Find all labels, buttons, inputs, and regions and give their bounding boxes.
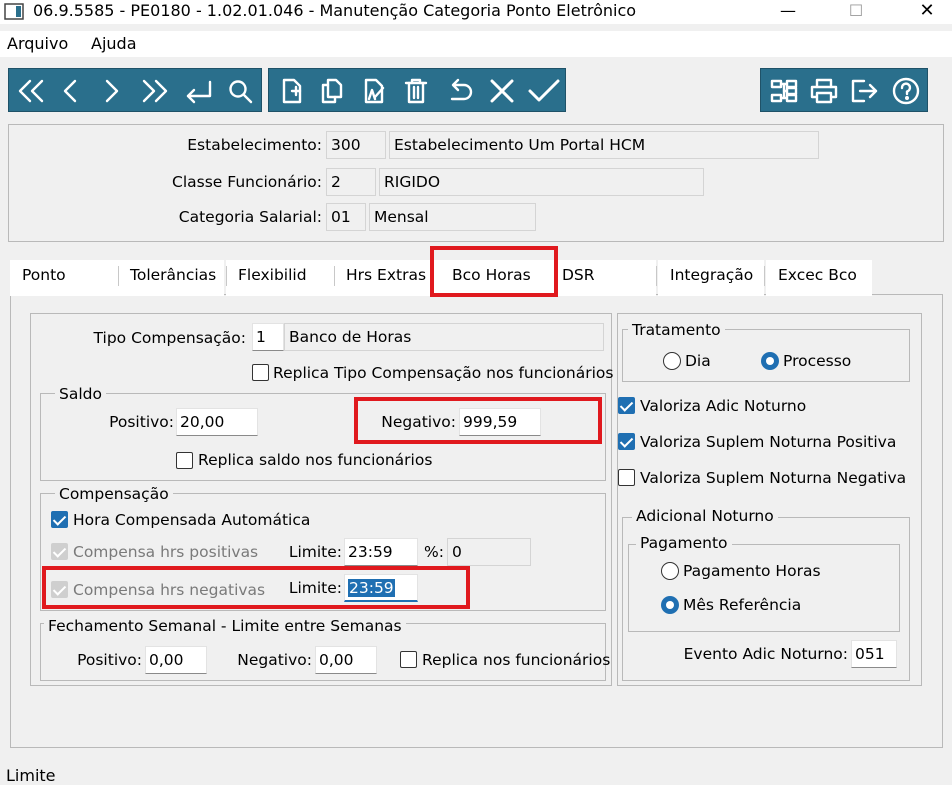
next-icon[interactable] — [97, 69, 127, 113]
fechamento-positivo-input[interactable]: 0,00 — [145, 646, 207, 674]
pagamento-title: Pagamento — [636, 533, 732, 553]
estabelecimento-label: Estabelecimento: — [187, 136, 322, 154]
previous-icon[interactable] — [55, 69, 85, 113]
tratamento-dia-label: Dia — [685, 352, 711, 370]
fechamento-negativo-input[interactable]: 0,00 — [315, 646, 377, 674]
estabelecimento-name: Estabelecimento Um Portal HCM — [389, 131, 819, 159]
saldo-title: Saldo — [55, 384, 106, 404]
tab-tolerancias[interactable]: Tolerâncias — [118, 260, 224, 296]
valoriza-suplem-positiva-checkbox[interactable] — [618, 433, 635, 450]
replica-saldo-checkbox[interactable] — [176, 452, 193, 469]
exit-icon[interactable] — [845, 69, 883, 113]
confirm-icon[interactable] — [525, 69, 563, 113]
replica-tipo-checkbox[interactable] — [252, 364, 269, 381]
delete-icon[interactable] — [399, 69, 433, 113]
menu-arquivo[interactable]: Arquivo — [7, 33, 68, 55]
pagamento-horas-radio[interactable] — [661, 562, 679, 580]
first-icon[interactable] — [13, 69, 49, 113]
minimize-button[interactable]: — — [765, 0, 811, 22]
replica-fechamento-label: Replica nos funcionários — [422, 651, 611, 669]
undo-icon[interactable] — [443, 69, 477, 113]
tipo-compensacao-name: Banco de Horas — [284, 323, 604, 351]
copy-icon[interactable] — [315, 69, 349, 113]
tratamento-processo-radio[interactable] — [761, 352, 779, 370]
goto-icon[interactable] — [179, 69, 219, 113]
tab-integracao[interactable]: Integração — [658, 260, 764, 296]
estabelecimento-code[interactable]: 300 — [326, 131, 386, 159]
fechamento-positivo-label: Positivo: — [77, 651, 142, 669]
valoriza-adic-noturno-label: Valoriza Adic Noturno — [640, 397, 807, 415]
tab-separator — [656, 266, 657, 286]
saldo-positivo-label: Positivo: — [109, 413, 174, 431]
mes-referencia-label: Mês Referência — [683, 596, 802, 614]
window-title: 06.9.5585 - PE0180 - 1.02.01.046 - Manut… — [33, 1, 637, 20]
app-icon — [4, 3, 24, 20]
categoria-code[interactable]: 01 — [326, 203, 366, 231]
tab-flexibilid[interactable]: Flexibilid — [226, 260, 334, 296]
print-icon[interactable] — [805, 69, 843, 113]
tratamento-dia-radio[interactable] — [663, 352, 681, 370]
pct-label: %: — [424, 543, 444, 561]
replica-tipo-label: Replica Tipo Compensação nos funcionário… — [273, 364, 614, 382]
classe-label: Classe Funcionário: — [172, 173, 322, 191]
fechamento-title: Fechamento Semanal - Limite entre Semana… — [44, 616, 406, 636]
categoria-label: Categoria Salarial: — [178, 208, 322, 226]
tipo-compensacao-label: Tipo Compensação: — [93, 329, 246, 347]
status-bar — [0, 759, 952, 781]
new-icon[interactable] — [275, 69, 309, 113]
pct-field: 0 — [447, 538, 531, 566]
evento-adic-noturno-input[interactable]: 051 — [851, 640, 897, 668]
tab-separator — [764, 266, 765, 286]
hora-auto-label: Hora Compensada Automática — [73, 511, 311, 529]
toolbar-utilities — [760, 68, 928, 112]
valoriza-suplem-positiva-label: Valoriza Suplem Noturna Positiva — [640, 433, 897, 451]
help-icon[interactable] — [887, 69, 925, 113]
classe-code[interactable]: 2 — [326, 168, 376, 196]
tab-hrs-extras[interactable]: Hrs Extras — [334, 260, 440, 296]
highlight-bco-horas-tab — [430, 246, 558, 297]
tab-separator — [118, 266, 119, 286]
menu-bar — [0, 31, 952, 57]
tab-separator — [226, 266, 227, 286]
tab-dsr[interactable]: DSR — [552, 260, 656, 296]
categoria-name: Mensal — [369, 203, 536, 231]
tratamento-title: Tratamento — [628, 320, 725, 340]
hora-auto-checkbox[interactable] — [51, 511, 68, 528]
adicional-noturno-title: Adicional Noturno — [632, 506, 778, 526]
saldo-positivo-input[interactable]: 20,00 — [176, 408, 258, 436]
zoom-icon[interactable] — [765, 69, 803, 113]
pagamento-horas-label: Pagamento Horas — [683, 562, 821, 580]
tipo-compensacao-code[interactable]: 1 — [252, 323, 284, 351]
replica-fechamento-checkbox[interactable] — [400, 651, 417, 668]
tab-separator — [334, 266, 335, 286]
close-button[interactable]: ✕ — [904, 0, 950, 22]
highlight-compensa-negativas — [42, 566, 470, 609]
tab-excec-bco[interactable]: Excec Bco — [766, 260, 872, 296]
mes-referencia-radio[interactable] — [661, 596, 679, 614]
evento-adic-noturno-label: Evento Adic Noturno: — [683, 645, 848, 663]
limite-positivas-input[interactable]: 23:59 — [344, 538, 418, 566]
toolbar-edit — [268, 68, 566, 112]
compensacao-title: Compensação — [55, 484, 173, 504]
tab-ponto[interactable]: Ponto — [10, 260, 118, 296]
valoriza-suplem-negativa-label: Valoriza Suplem Noturna Negativa — [640, 469, 907, 487]
replica-saldo-label: Replica saldo nos funcionários — [198, 451, 433, 469]
toolbar-navigation — [8, 68, 262, 112]
limite-positivas-label: Limite: — [288, 543, 342, 561]
fechamento-negativo-label: Negativo: — [237, 651, 312, 669]
status-text: Limite — [6, 766, 56, 785]
menu-ajuda[interactable]: Ajuda — [91, 33, 137, 55]
classe-name: RIGIDO — [379, 168, 704, 196]
valoriza-suplem-negativa-checkbox[interactable] — [618, 469, 635, 486]
tratamento-processo-label: Processo — [783, 352, 852, 370]
compensa-positivas-checkbox[interactable] — [51, 543, 68, 560]
compensa-positivas-label: Compensa hrs positivas — [73, 543, 259, 561]
valoriza-adic-noturno-checkbox[interactable] — [618, 397, 635, 414]
edit-icon[interactable] — [357, 69, 391, 113]
highlight-saldo-negativo — [354, 397, 602, 444]
cancel-icon[interactable] — [485, 69, 519, 113]
search-icon[interactable] — [223, 69, 257, 113]
maximize-button[interactable]: ☐ — [833, 0, 879, 22]
last-icon[interactable] — [137, 69, 173, 113]
